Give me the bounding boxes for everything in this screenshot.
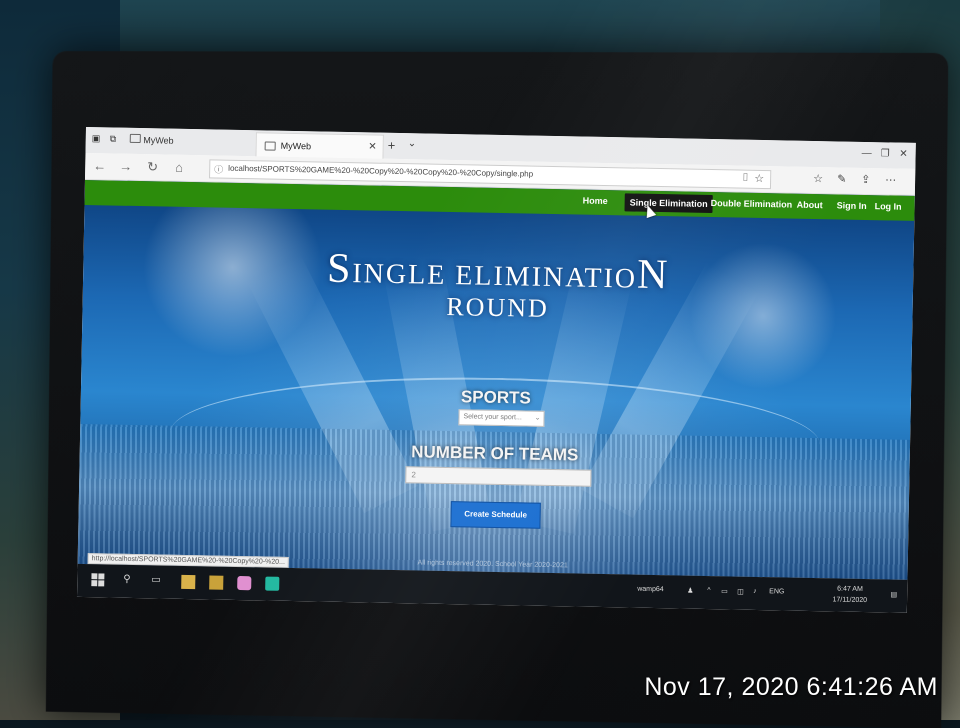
network-icon[interactable]: ◫: [737, 588, 744, 596]
app-icon[interactable]: [209, 575, 223, 589]
url-text: localhost/SPORTS%20GAME%20-%20Copy%20-%2…: [228, 164, 533, 179]
refresh-icon[interactable]: ↻: [147, 159, 158, 175]
clock-time: 6:47 AM: [833, 583, 868, 595]
nav-home[interactable]: Home: [583, 196, 608, 206]
nav-log-in[interactable]: Log In: [875, 201, 902, 212]
task-view-icon[interactable]: ▭: [151, 574, 161, 585]
nav-about[interactable]: About: [797, 200, 823, 210]
nav-single-elimination[interactable]: Single Elimination: [624, 193, 712, 213]
language-indicator[interactable]: ENG: [769, 588, 784, 595]
maximize-icon[interactable]: ❐: [881, 148, 890, 159]
create-schedule-button[interactable]: Create Schedule: [450, 501, 540, 529]
windows-start-icon[interactable]: [91, 573, 105, 587]
battery-icon[interactable]: ▭: [721, 587, 728, 595]
info-icon[interactable]: ⓘ: [214, 162, 223, 175]
title-initial: S: [327, 246, 353, 292]
share-icon[interactable]: ⇪: [861, 173, 870, 186]
notification-icon[interactable]: ▤: [890, 591, 897, 599]
minimize-icon[interactable]: —: [862, 148, 872, 159]
title-middle: INGLE ELIMINATIO: [352, 258, 637, 294]
teams-input-value: 2: [411, 470, 416, 479]
file-explorer-icon[interactable]: [181, 575, 195, 589]
home-icon[interactable]: ⌂: [175, 160, 183, 175]
page-icon: [130, 134, 141, 143]
photo-timestamp: Nov 17, 2020 6:41:26 AM: [644, 673, 938, 702]
window-icon: ▣: [92, 133, 101, 144]
nav-sign-in[interactable]: Sign In: [837, 200, 867, 211]
page-icon: [265, 141, 276, 150]
chevron-down-icon[interactable]: ⌄: [408, 138, 417, 149]
close-window-icon[interactable]: ✕: [899, 149, 908, 160]
more-icon[interactable]: ⋯: [885, 173, 896, 186]
tab-inactive[interactable]: MyWeb: [130, 134, 174, 146]
forward-icon[interactable]: →: [119, 159, 132, 174]
search-icon[interactable]: ⚲: [123, 574, 131, 585]
title-final: N: [637, 252, 670, 299]
tab-active[interactable]: MyWeb ✕: [255, 132, 383, 159]
browser-app-icon[interactable]: [265, 577, 279, 591]
laptop-screen: ▣ ⧉ MyWeb MyWeb ✕ + ⌄ — ❐ ✕ ← → ↻ ⌂ ⓘ lo…: [77, 127, 916, 613]
sport-select[interactable]: Select your sport... ⌄: [458, 409, 544, 427]
favorite-star-icon[interactable]: ☆: [754, 172, 764, 185]
tab-active-label: MyWeb: [281, 141, 312, 152]
taskbar-clock[interactable]: 6:47 AM 17/11/2020: [832, 583, 867, 606]
tab-manager-icon[interactable]: ⧉: [110, 133, 117, 144]
pen-icon[interactable]: ✎: [837, 172, 846, 185]
chevron-up-icon[interactable]: ^: [707, 587, 710, 594]
chevron-down-icon: ⌄: [535, 414, 541, 422]
favorites-hub-icon[interactable]: ☆: [813, 172, 823, 185]
tray-app-label[interactable]: wamp64: [637, 586, 664, 594]
sport-select-placeholder: Select your sport...: [463, 413, 521, 421]
app-icon[interactable]: [237, 576, 251, 590]
close-tab-icon[interactable]: ✕: [368, 141, 377, 152]
volume-icon[interactable]: ♪: [753, 588, 757, 595]
tab-inactive-label: MyWeb: [143, 135, 174, 146]
clock-date: 17/11/2020: [832, 594, 867, 606]
nav-double-elimination[interactable]: Double Elimination: [711, 198, 793, 210]
reading-view-icon[interactable]: ▯: [743, 172, 749, 183]
people-icon[interactable]: ♟: [687, 587, 693, 595]
teams-input[interactable]: 2: [405, 466, 591, 487]
back-icon[interactable]: ←: [93, 158, 106, 173]
web-page: Home Single Elimination Double Eliminati…: [78, 180, 915, 580]
new-tab-button[interactable]: +: [388, 138, 396, 153]
